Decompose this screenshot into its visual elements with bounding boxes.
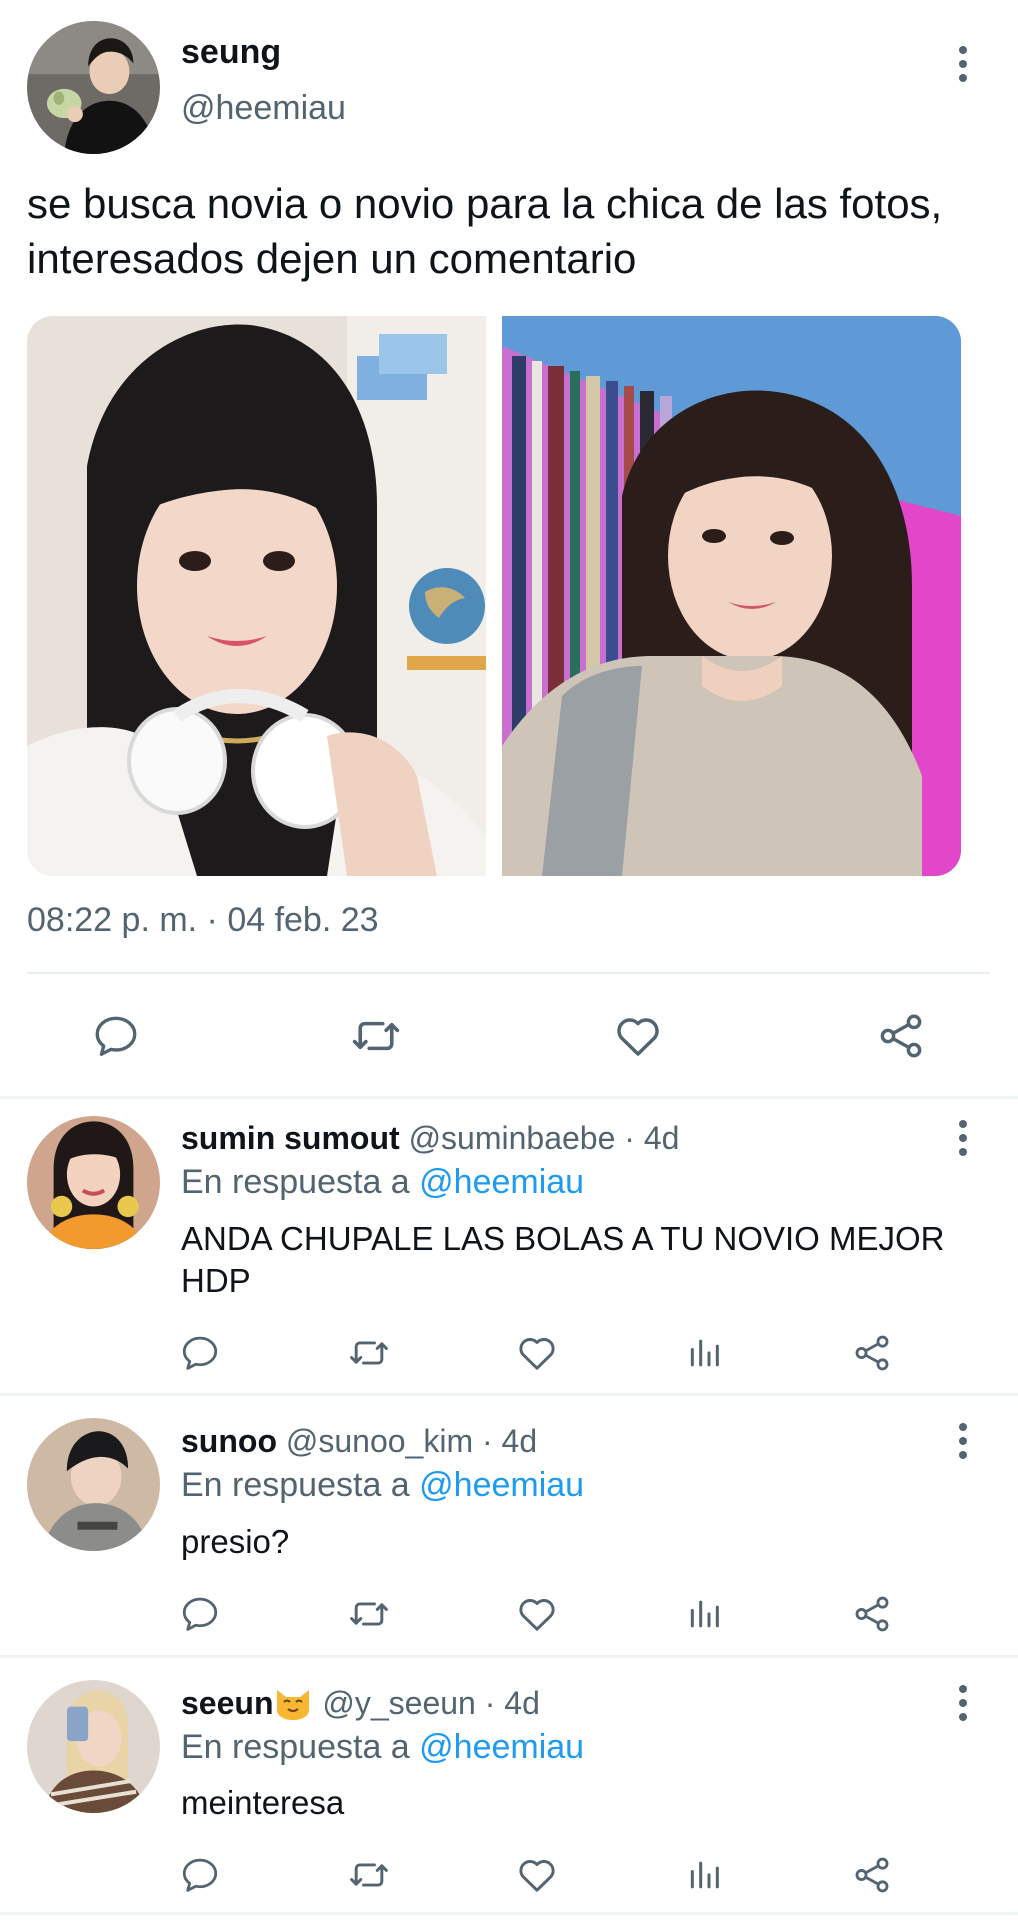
mention-link[interactable]: @heemiau: [419, 1466, 584, 1504]
tweet-photo[interactable]: [502, 316, 961, 876]
retweet-icon[interactable]: [347, 1331, 391, 1375]
author-handle[interactable]: @y_seeun: [322, 1685, 475, 1721]
reply-text: ANDA CHUPALE LAS BOLAS A TU NOVIO MEJOR …: [181, 1220, 945, 1299]
cat-emoji: [277, 1690, 310, 1720]
like-icon[interactable]: [515, 1853, 559, 1897]
share-icon[interactable]: [873, 1008, 929, 1064]
reply-text: meinteresa: [181, 1784, 345, 1821]
author-name[interactable]: seung: [181, 30, 281, 74]
more-options-icon[interactable]: [951, 1681, 975, 1725]
stats-icon[interactable]: [683, 1592, 727, 1636]
avatar[interactable]: [27, 1418, 160, 1551]
reply-icon[interactable]: [178, 1331, 222, 1375]
separator: ·: [484, 1685, 496, 1721]
mention-link[interactable]: @heemiau: [419, 1163, 584, 1201]
divider: [27, 972, 990, 974]
author-handle[interactable]: @suminbaebe: [409, 1120, 616, 1156]
author-name[interactable]: sunoo: [181, 1423, 277, 1459]
avatar[interactable]: [27, 21, 160, 154]
retweet-icon[interactable]: [347, 1853, 391, 1897]
more-options-icon[interactable]: [951, 1419, 975, 1463]
retweet-icon[interactable]: [347, 1592, 391, 1636]
avatar[interactable]: [27, 1680, 160, 1813]
divider: [0, 1655, 1018, 1658]
reply-prefix: En respuesta a: [181, 1728, 410, 1766]
reply-header: seeun @y_seeun · 4d: [181, 1682, 540, 1724]
stats-icon[interactable]: [683, 1853, 727, 1897]
divider: [0, 1393, 1018, 1396]
tweet-text: se busca novia o novio para la chica de …: [27, 180, 943, 282]
retweet-icon[interactable]: [348, 1008, 404, 1064]
like-icon[interactable]: [515, 1592, 559, 1636]
divider: [0, 1096, 1018, 1099]
divider: [0, 1912, 1018, 1915]
more-options-icon[interactable]: [951, 1116, 975, 1160]
tweet-photo[interactable]: [27, 316, 486, 876]
reply-time[interactable]: 4d: [502, 1423, 538, 1459]
avatar[interactable]: [27, 1116, 160, 1249]
reply-prefix: En respuesta a: [181, 1163, 410, 1201]
author-handle[interactable]: @sunoo_kim: [286, 1423, 473, 1459]
reply-time[interactable]: 4d: [504, 1685, 540, 1721]
mention-link[interactable]: @heemiau: [419, 1728, 584, 1766]
reply-context: En respuesta a @heemiau: [181, 1160, 584, 1204]
reply-time[interactable]: 4d: [644, 1120, 680, 1156]
reply-prefix: En respuesta a: [181, 1466, 410, 1504]
reply-icon[interactable]: [178, 1592, 222, 1636]
like-icon[interactable]: [515, 1331, 559, 1375]
share-icon[interactable]: [850, 1853, 894, 1897]
reply-icon[interactable]: [178, 1853, 222, 1897]
separator: ·: [482, 1423, 493, 1459]
share-icon[interactable]: [850, 1592, 894, 1636]
share-icon[interactable]: [850, 1331, 894, 1375]
tweet-timestamp[interactable]: 08:22 p. m. · 04 feb. 23: [27, 898, 379, 942]
author-name[interactable]: sumin sumout: [181, 1120, 400, 1156]
reply-icon[interactable]: [88, 1008, 144, 1064]
separator: ·: [624, 1120, 635, 1156]
reply-context: En respuesta a @heemiau: [181, 1725, 584, 1769]
stats-icon[interactable]: [683, 1331, 727, 1375]
like-icon[interactable]: [610, 1008, 666, 1064]
reply-header: sunoo @sunoo_kim · 4d: [181, 1420, 537, 1462]
author-name[interactable]: seeun: [181, 1685, 273, 1721]
author-handle[interactable]: @heemiau: [181, 86, 346, 130]
reply-context: En respuesta a @heemiau: [181, 1463, 584, 1507]
reply-text: presio?: [181, 1523, 290, 1560]
reply-header: sumin sumout @suminbaebe · 4d: [181, 1117, 679, 1159]
more-options-icon[interactable]: [951, 42, 975, 86]
